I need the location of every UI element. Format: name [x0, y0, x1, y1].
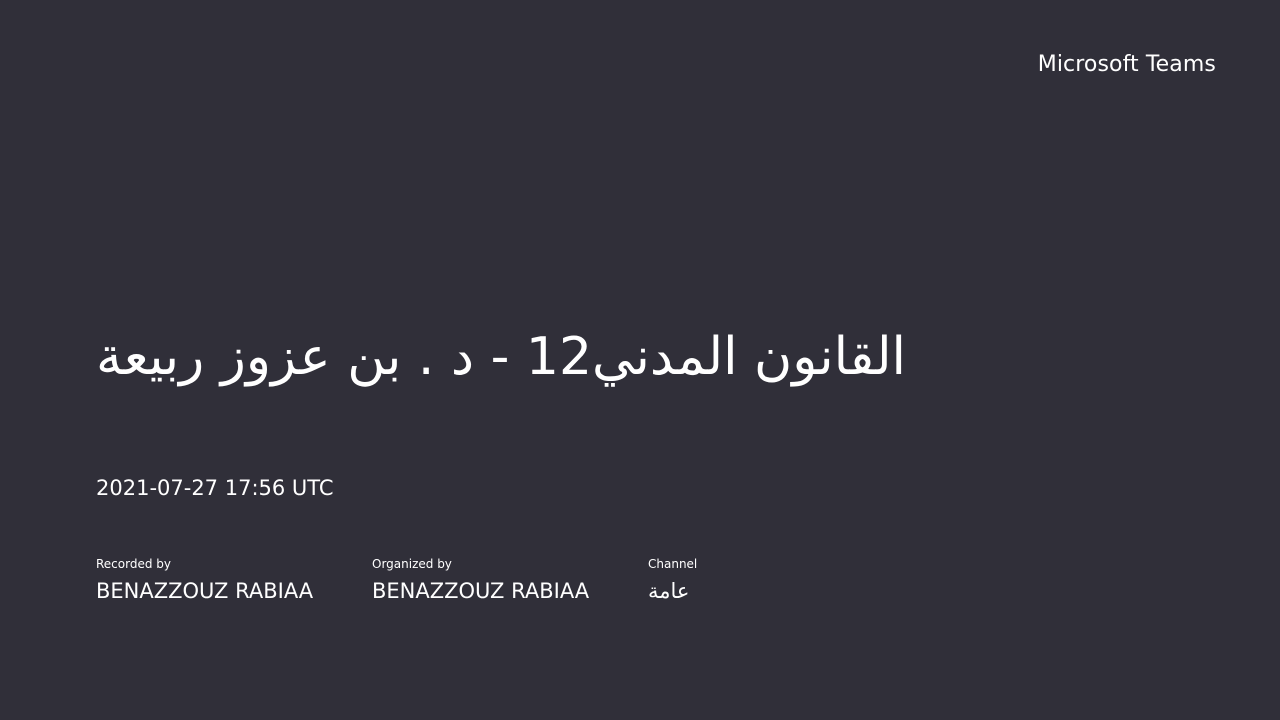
recorded-by-value: BENAZZOUZ RABIAA	[96, 579, 314, 603]
meeting-timestamp: 2021-07-27 17:56 UTC	[96, 476, 334, 500]
meeting-details: Recorded by BENAZZOUZ RABIAA Organized b…	[96, 556, 768, 606]
organized-by-section: Organized by BENAZZOUZ RABIAA	[372, 556, 648, 606]
recorded-by-label: Recorded by	[96, 557, 171, 571]
organized-by-label: Organized by	[372, 557, 452, 571]
channel-label: Channel	[648, 557, 698, 571]
microsoft-teams-brand: Microsoft Teams	[1037, 52, 1216, 77]
organized-by-value: BENAZZOUZ RABIAA	[372, 579, 590, 603]
channel-section: Channel عامة	[648, 556, 768, 606]
meeting-title: القانون المدني12 - د . بن عزوز ربيعة	[96, 327, 907, 387]
recorded-by-section: Recorded by BENAZZOUZ RABIAA	[96, 556, 372, 606]
channel-value: عامة	[648, 579, 690, 603]
